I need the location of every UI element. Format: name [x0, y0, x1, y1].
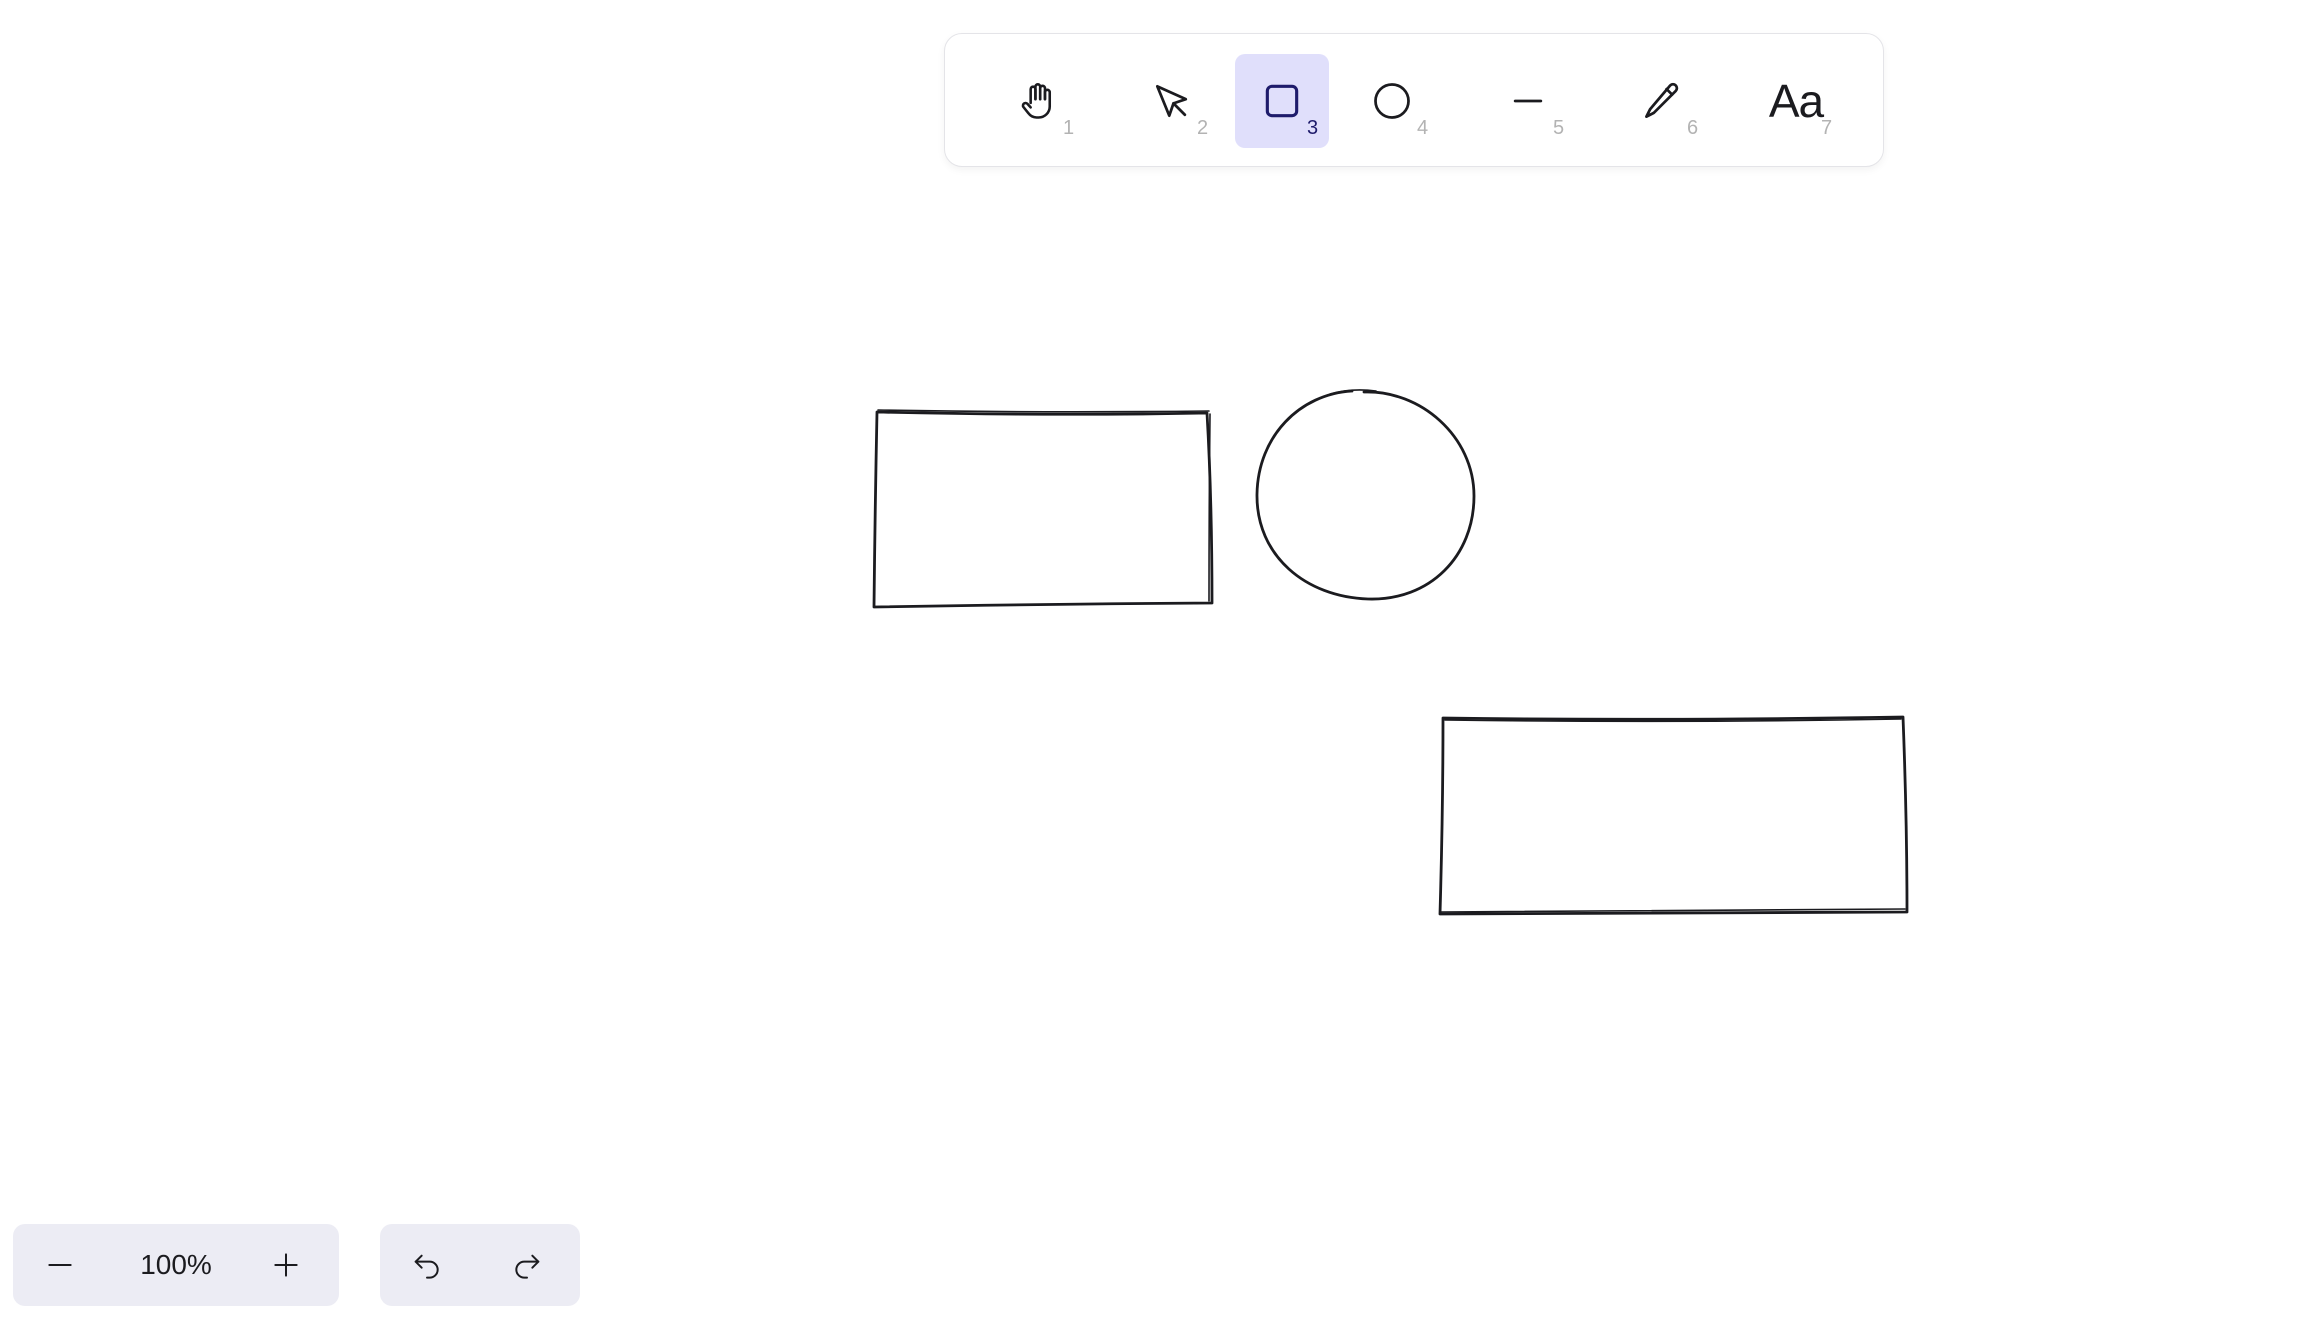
- ellipse-tool-button[interactable]: 4: [1345, 54, 1439, 148]
- canvas-ellipse-shape[interactable]: [1255, 389, 1476, 601]
- tool-toolbar: 1 2 3 4 5 6 Aa 7: [944, 33, 1884, 167]
- redo-icon: [515, 1254, 540, 1279]
- rectangle-tool-button[interactable]: 3: [1235, 54, 1329, 148]
- whiteboard-app: 1 2 3 4 5 6 Aa 7 100%: [0, 0, 2308, 1318]
- plus-icon: [274, 1253, 298, 1277]
- text-tool-shortcut: 7: [1821, 117, 1833, 139]
- rectangle-icon: [1265, 84, 1299, 118]
- minus-icon: [48, 1264, 72, 1266]
- undo-button[interactable]: [380, 1224, 474, 1306]
- text-tool-button[interactable]: Aa 7: [1749, 54, 1843, 148]
- zoom-level[interactable]: 100%: [113, 1224, 239, 1306]
- zoom-in-button[interactable]: [239, 1224, 333, 1306]
- pointer-icon: [1155, 84, 1188, 118]
- line-tool-button[interactable]: 5: [1481, 54, 1575, 148]
- text-icon: Aa: [1768, 75, 1824, 127]
- pencil-icon: [1645, 82, 1679, 118]
- hand-tool-shortcut: 1: [1063, 117, 1075, 139]
- redo-button[interactable]: [480, 1224, 574, 1306]
- circle-icon: [1374, 83, 1410, 119]
- drawing-canvas[interactable]: [0, 0, 2308, 1318]
- zoom-out-button[interactable]: [13, 1224, 107, 1306]
- history-controls: [380, 1224, 580, 1306]
- canvas-rectangle-shape[interactable]: [872, 409, 1214, 609]
- line-icon: [1513, 99, 1543, 103]
- canvas-rectangle-shape[interactable]: [1438, 715, 1909, 916]
- select-tool-button[interactable]: 2: [1125, 54, 1219, 148]
- ellipse-tool-shortcut: 4: [1417, 117, 1429, 139]
- select-tool-shortcut: 2: [1197, 117, 1209, 139]
- undo-icon: [414, 1254, 439, 1279]
- pencil-tool-button[interactable]: 6: [1615, 54, 1709, 148]
- line-tool-shortcut: 5: [1553, 117, 1565, 139]
- zoom-controls: 100%: [13, 1224, 339, 1306]
- pencil-tool-shortcut: 6: [1687, 117, 1699, 139]
- hand-tool-button[interactable]: 1: [991, 54, 1085, 148]
- hand-icon: [1021, 83, 1052, 119]
- rectangle-tool-shortcut: 3: [1307, 117, 1319, 139]
